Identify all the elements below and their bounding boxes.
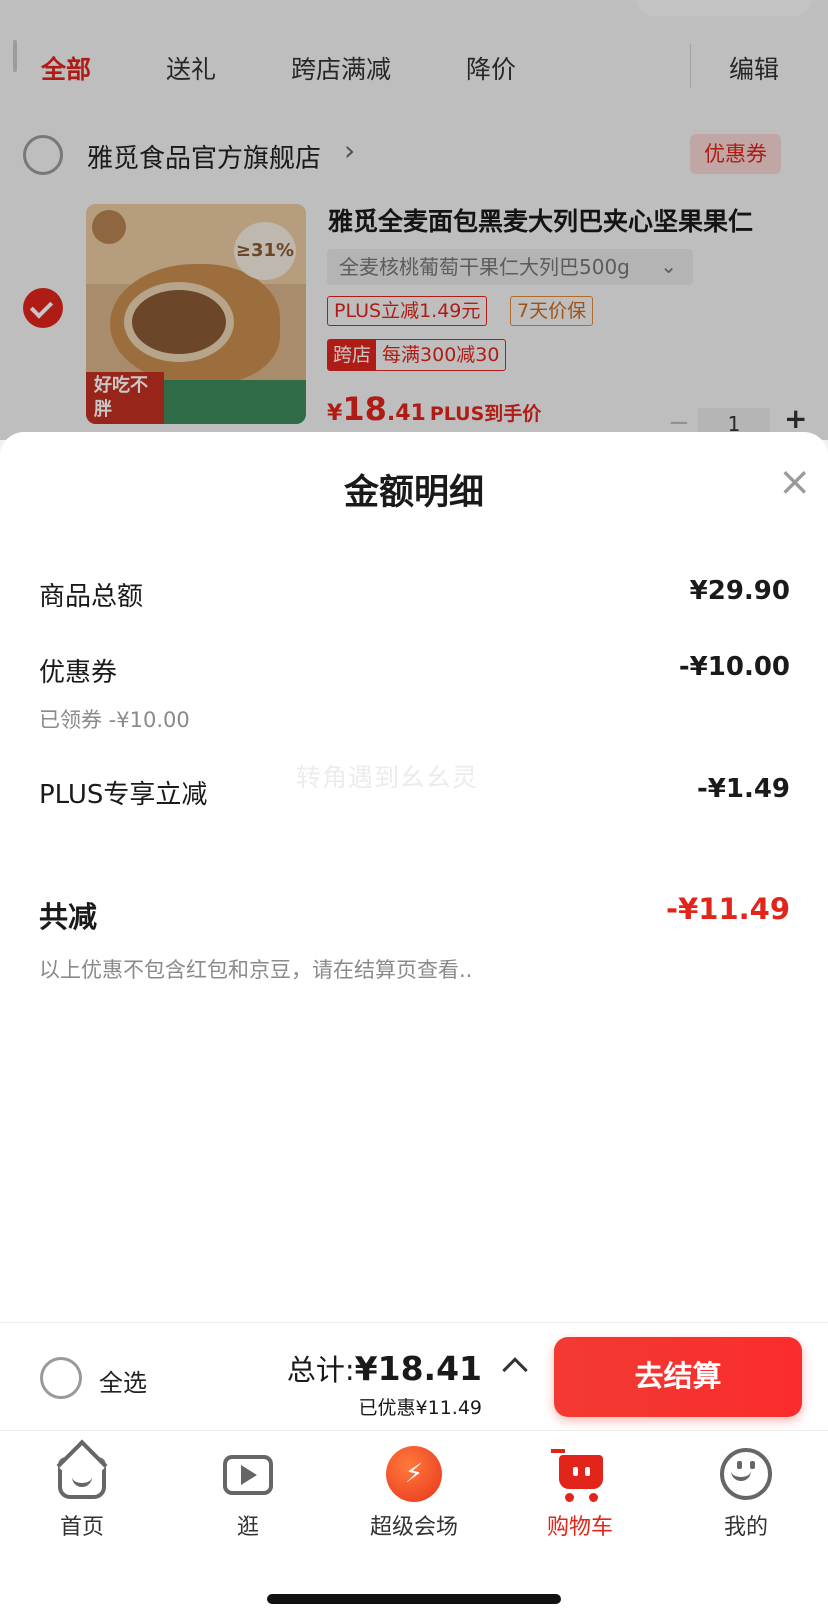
cart-page-background: 全部 送礼 跨店满减 降价 编辑 雅觅食品官方旗舰店 › 优惠券 ≥31% 好吃… bbox=[0, 0, 828, 440]
watermark: 转角遇到幺幺灵 bbox=[296, 763, 479, 792]
total-amount: ¥18.41 bbox=[354, 1349, 482, 1388]
nav-browse[interactable]: 逛 bbox=[178, 1445, 318, 1541]
nav-home[interactable]: 首页 bbox=[12, 1439, 152, 1541]
coupon-label: 优惠券 bbox=[39, 658, 118, 688]
total-prefix: 总计: bbox=[286, 1353, 355, 1387]
bottom-tab-bar: 首页 逛 ⚡ 超级会场 购物车 我的 bbox=[0, 1430, 828, 1618]
cart-icon-eye bbox=[585, 1467, 590, 1476]
cart-icon bbox=[551, 1445, 609, 1503]
nav-profile-label: 我的 bbox=[723, 1515, 768, 1540]
select-all-label[interactable]: 全选 bbox=[99, 1363, 147, 1398]
play-icon bbox=[241, 1465, 257, 1485]
super-venue-icon: ⚡ bbox=[385, 1445, 443, 1503]
nav-browse-label: 逛 bbox=[236, 1515, 259, 1540]
coupon-value: -¥10.00 bbox=[678, 652, 790, 682]
modal-overlay[interactable] bbox=[0, 0, 828, 440]
cart-icon-handle bbox=[551, 1449, 565, 1453]
cart-icon-wheel bbox=[565, 1493, 574, 1502]
checkout-button[interactable]: 去结算 bbox=[554, 1337, 802, 1417]
nav-home-label: 首页 bbox=[59, 1515, 104, 1540]
checkout-bar: 全选 总计:¥18.41 已优惠¥11.49 去结算 bbox=[0, 1322, 828, 1430]
total-line: 总计:¥18.41 bbox=[287, 1347, 482, 1389]
coupon-note: 已领券 -¥10.00 bbox=[39, 708, 190, 732]
sheet-title: 金额明细 bbox=[343, 473, 484, 513]
total-discount-label: 共减 bbox=[39, 900, 98, 934]
video-icon bbox=[219, 1445, 277, 1503]
nav-super-venue-label: 超级会场 bbox=[369, 1515, 458, 1540]
profile-icon bbox=[717, 1445, 775, 1503]
plus-discount-label: PLUS专享立减 bbox=[39, 780, 208, 810]
cart-icon-wheel bbox=[589, 1493, 598, 1502]
nav-cart[interactable]: 购物车 bbox=[510, 1445, 650, 1541]
home-icon bbox=[53, 1439, 111, 1503]
amount-detail-sheet: 金额明细 × 商品总额 ¥29.90 优惠券 -¥10.00 已领券 -¥10.… bbox=[0, 432, 828, 1322]
nav-super-venue[interactable]: ⚡ 超级会场 bbox=[344, 1445, 484, 1541]
total-discount-value: -¥11.49 bbox=[666, 892, 790, 926]
profile-icon-eye bbox=[737, 1461, 742, 1469]
close-icon[interactable]: × bbox=[778, 462, 812, 502]
total-summary[interactable]: 总计:¥18.41 已优惠¥11.49 bbox=[287, 1347, 482, 1420]
home-indicator bbox=[267, 1594, 561, 1604]
nav-profile[interactable]: 我的 bbox=[676, 1445, 816, 1541]
nav-cart-label: 购物车 bbox=[546, 1515, 613, 1540]
saved-amount: 已优惠¥11.49 bbox=[358, 1397, 482, 1419]
profile-icon-eye bbox=[750, 1461, 755, 1469]
goods-total-value: ¥29.90 bbox=[689, 576, 790, 606]
plus-discount-value: -¥1.49 bbox=[696, 774, 790, 804]
super-venue-icon-badge: ⚡ bbox=[386, 1446, 442, 1502]
goods-total-label: 商品总额 bbox=[39, 582, 144, 612]
select-all-radio[interactable] bbox=[40, 1357, 82, 1399]
disclaimer-text: 以上优惠不包含红包和京豆，请在结算页查看.. bbox=[39, 958, 473, 982]
cart-icon-body bbox=[559, 1455, 603, 1489]
cart-icon-eye bbox=[573, 1467, 578, 1476]
chevron-up-icon[interactable] bbox=[502, 1357, 528, 1383]
